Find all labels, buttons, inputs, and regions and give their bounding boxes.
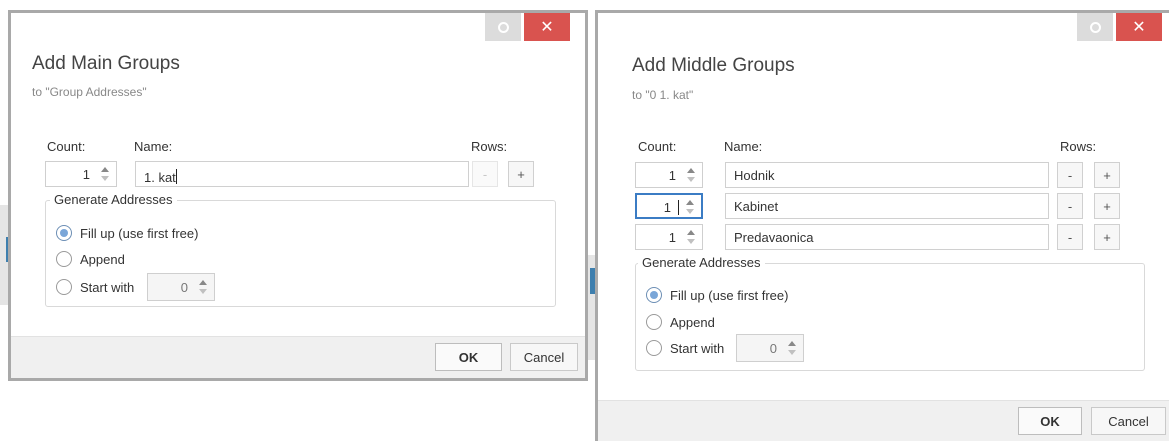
dialog-subtitle: to "Group Addresses" [32, 85, 147, 99]
restore-button[interactable] [485, 13, 521, 41]
spinner-icon[interactable] [687, 166, 696, 184]
name-value: Kabinet [734, 199, 779, 214]
radio-start-with[interactable]: Start with [56, 279, 134, 295]
close-icon: ✕ [1132, 19, 1146, 36]
name-input[interactable]: Kabinet [725, 193, 1049, 219]
add-row-button[interactable]: + [1094, 162, 1120, 188]
text-caret [678, 200, 679, 215]
radio-append-label: Append [670, 314, 715, 330]
start-with-value: 0 [180, 280, 188, 295]
radio-fill-up[interactable]: Fill up (use first free) [56, 225, 198, 241]
restore-icon [1089, 21, 1101, 33]
radio-fill-up-label: Fill up (use first free) [80, 225, 199, 241]
add-row-button[interactable]: + [1094, 224, 1120, 250]
spinner-icon[interactable] [788, 339, 797, 357]
close-icon: ✕ [540, 19, 554, 36]
name-input[interactable]: 1. kat [135, 161, 469, 187]
name-label: Name: [724, 139, 763, 154]
count-value: 1 [82, 167, 90, 182]
radio-fill-up[interactable]: Fill up (use first free) [646, 287, 788, 303]
count-stepper[interactable]: 1 [635, 224, 703, 250]
radio-icon [646, 314, 662, 330]
radio-append-label: Append [80, 251, 125, 267]
remove-row-button[interactable]: - [1057, 224, 1083, 250]
radio-start-with[interactable]: Start with [646, 340, 724, 356]
count-label: Count: [47, 139, 86, 154]
radio-append[interactable]: Append [56, 251, 125, 267]
dialog-footer: OK Cancel [11, 336, 585, 378]
name-value: Hodnik [734, 168, 775, 183]
restore-icon [497, 21, 509, 33]
count-label: Count: [638, 139, 677, 154]
rows-label: Rows: [1060, 139, 1097, 154]
start-with-stepper[interactable]: 0 [736, 334, 804, 362]
radio-append[interactable]: Append [646, 314, 715, 330]
start-with-value: 0 [769, 341, 777, 356]
remove-row-button[interactable]: - [472, 161, 498, 187]
count-stepper[interactable]: 1 [45, 161, 117, 187]
spinner-icon[interactable] [686, 198, 695, 216]
close-button[interactable]: ✕ [1116, 13, 1162, 41]
radio-checked-icon [56, 225, 72, 241]
radio-checked-icon [646, 287, 662, 303]
spinner-icon[interactable] [199, 278, 208, 296]
ok-button[interactable]: OK [435, 343, 502, 371]
name-label: Name: [134, 139, 173, 154]
spinner-icon[interactable] [687, 228, 696, 246]
ok-button[interactable]: OK [1018, 407, 1082, 435]
dialog-footer: OK Cancel [598, 400, 1169, 441]
radio-fill-up-label: Fill up (use first free) [670, 287, 789, 303]
generate-addresses-legend: Generate Addresses [638, 255, 765, 270]
radio-start-with-label: Start with [670, 340, 725, 356]
count-value: 1 [663, 200, 671, 215]
count-value: 1 [668, 230, 676, 245]
start-with-stepper[interactable]: 0 [147, 273, 215, 301]
name-value: 1. kat [144, 170, 176, 185]
remove-row-button[interactable]: - [1057, 193, 1083, 219]
rows-label: Rows: [471, 139, 508, 154]
radio-icon [646, 340, 662, 356]
name-input[interactable]: Predavaonica [725, 224, 1049, 250]
add-main-groups-dialog: ✕ Add Main Groups to "Group Addresses" C… [8, 10, 588, 381]
dialog-subtitle: to "0 1. kat" [632, 88, 694, 102]
count-value: 1 [668, 168, 676, 183]
cancel-button[interactable]: Cancel [1091, 407, 1166, 435]
radio-icon [56, 251, 72, 267]
add-row-button[interactable]: + [508, 161, 534, 187]
count-stepper[interactable]: 1 [635, 193, 703, 219]
close-button[interactable]: ✕ [524, 13, 570, 41]
dialog-title: Add Main Groups [32, 53, 180, 74]
remove-row-button[interactable]: - [1057, 162, 1083, 188]
count-stepper[interactable]: 1 [635, 162, 703, 188]
dialog-title: Add Middle Groups [632, 55, 795, 76]
radio-start-with-label: Start with [80, 279, 135, 295]
radio-icon [56, 279, 72, 295]
cancel-button[interactable]: Cancel [510, 343, 578, 371]
text-caret [175, 169, 177, 184]
name-input[interactable]: Hodnik [725, 162, 1049, 188]
add-row-button[interactable]: + [1094, 193, 1120, 219]
restore-button[interactable] [1077, 13, 1113, 41]
name-value: Predavaonica [734, 230, 814, 245]
add-middle-groups-dialog: ✕ Add Middle Groups to "0 1. kat" Count:… [595, 10, 1169, 441]
spinner-icon[interactable] [101, 165, 110, 183]
generate-addresses-legend: Generate Addresses [50, 192, 177, 207]
